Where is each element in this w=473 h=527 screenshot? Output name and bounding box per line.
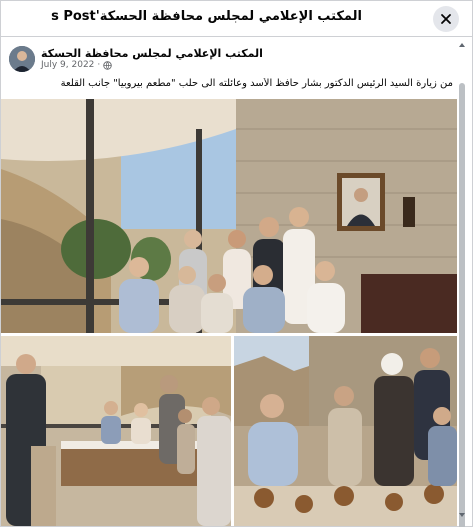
photo-restaurant-right[interactable] xyxy=(234,336,457,526)
restaurant-left-image xyxy=(1,336,231,526)
photo-restaurant-left[interactable] xyxy=(1,336,231,526)
post-dialog: المكتب الإعلامي لمجلس محافظة الحسكة's Po… xyxy=(0,0,473,527)
post-date[interactable]: July 9, 2022 xyxy=(41,60,94,70)
restaurant-right-image xyxy=(234,336,457,526)
meta-separator: · xyxy=(97,60,101,70)
chevron-down-icon[interactable] xyxy=(458,511,466,519)
close-icon xyxy=(441,14,451,24)
scrollbar[interactable] xyxy=(457,39,467,527)
chevron-up-icon[interactable] xyxy=(458,41,466,49)
avatar[interactable] xyxy=(9,46,35,72)
dialog-title: المكتب الإعلامي لمجلس محافظة الحسكة's Po… xyxy=(51,9,362,24)
family-photo-image xyxy=(1,99,457,333)
photo-grid xyxy=(1,99,457,526)
globe-icon xyxy=(103,60,113,70)
dialog-header: المكتب الإعلامي لمجلس محافظة الحسكة's Po… xyxy=(1,1,472,37)
photo-family-main[interactable] xyxy=(1,99,457,333)
post-meta: July 9, 2022 · xyxy=(41,60,113,70)
post-header: المكتب الإعلامي لمجلس محافظة الحسكة July… xyxy=(1,38,457,98)
avatar-portrait xyxy=(9,46,35,72)
post-text: من زيارة السيد الرئيس الدكتور بشار حافظ … xyxy=(60,78,453,89)
page-name-link[interactable]: المكتب الإعلامي لمجلس محافظة الحسكة xyxy=(41,47,263,60)
scroll-thumb[interactable] xyxy=(459,83,465,527)
close-button[interactable] xyxy=(433,6,459,32)
